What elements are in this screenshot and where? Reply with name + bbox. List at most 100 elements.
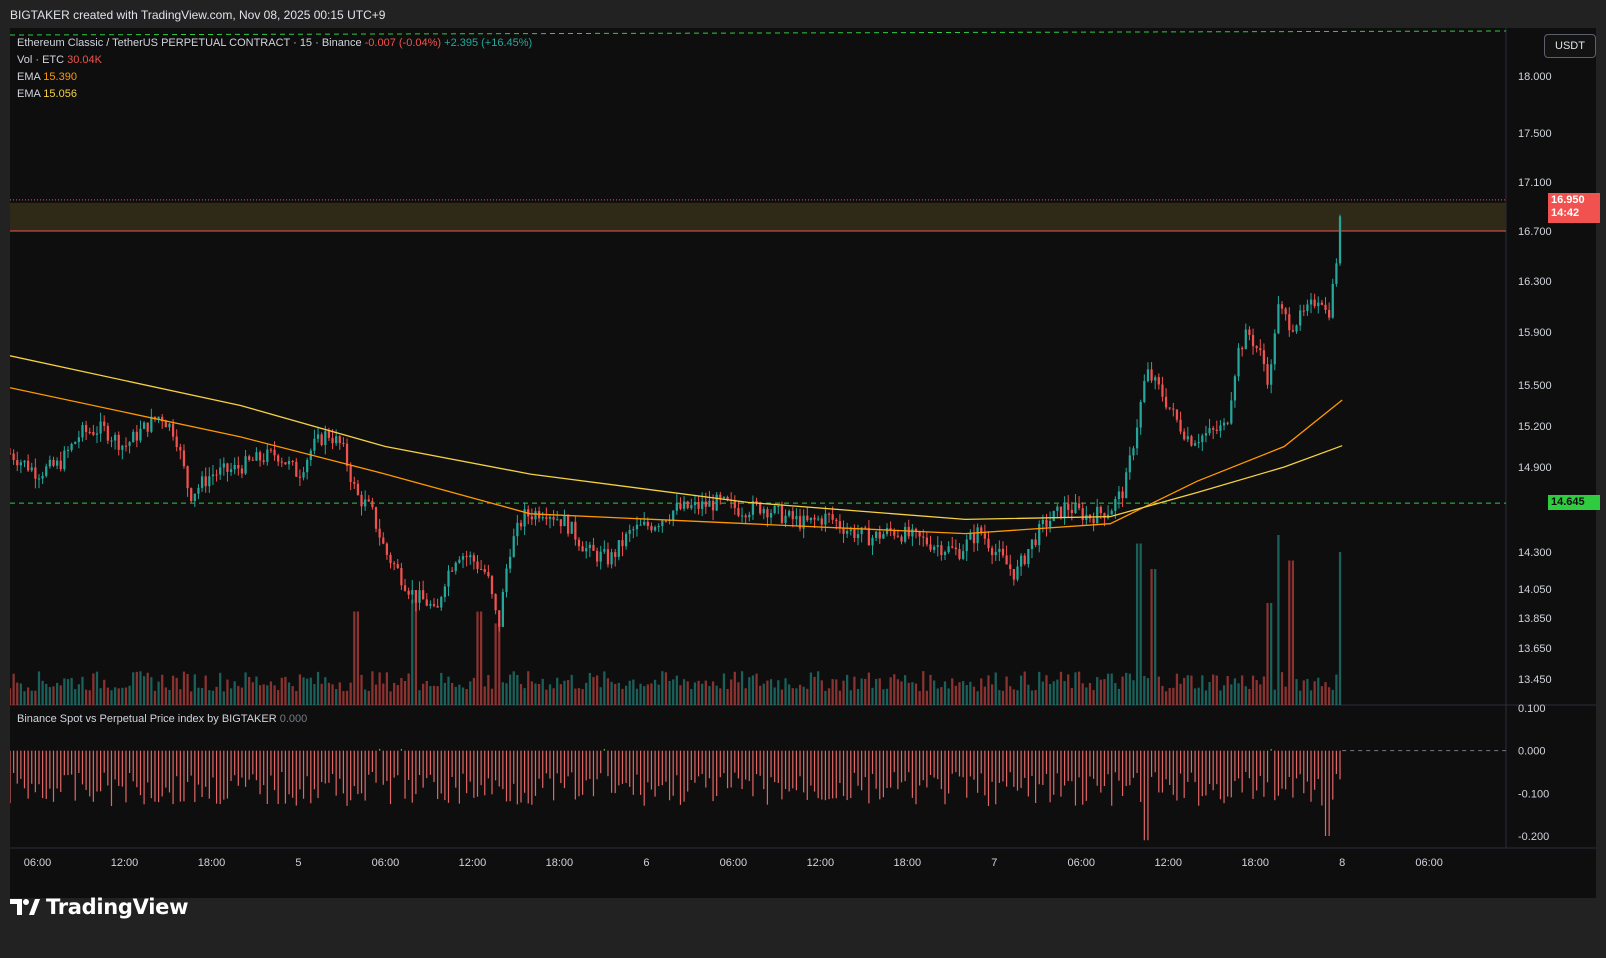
volume-bar [737,682,740,705]
symbol-row[interactable]: Ethereum Classic / TetherUS PERPETUAL CO… [17,35,532,52]
volume-bar [813,676,816,705]
tradingview-logo[interactable]: TradingView [10,893,188,921]
volume-bar [338,682,341,705]
volume-bar [922,671,925,705]
candle-body [1146,369,1150,382]
candle-body [255,452,258,461]
currency-unit-button[interactable]: USDT [1544,34,1596,58]
candle-body [711,500,715,511]
volume-bar [628,680,631,705]
volume-bar [226,679,229,705]
volume-bar [237,685,240,705]
candle-body [10,453,12,455]
price-tick-label: 16.700 [1518,226,1552,238]
candle-body [1009,564,1012,569]
volume-bar [139,671,142,705]
candle-body [331,437,334,444]
time-tick-label: 7 [991,857,997,869]
volume-bar [672,679,675,705]
candle-body [1219,425,1222,431]
time-tick-label: 06:00 [24,857,52,869]
candle-body [128,442,131,446]
candle-body [581,546,584,552]
volume-bar [287,682,291,705]
volume-bar [1005,676,1008,705]
candle-body [483,568,486,573]
volume-bar [389,691,392,705]
volume-bar [414,599,418,705]
candle-body [653,527,657,531]
candle-body [1324,304,1327,310]
ema1-row[interactable]: EMA 15.390 [17,69,532,86]
volume-bar [476,611,479,705]
candle-body [516,522,519,537]
candle-body [59,460,62,470]
candle-body [704,501,707,507]
volume-bar [1085,687,1088,705]
chart-frame[interactable]: 18.000 17.500 17.100 16.700 16.300 15.900 15.5… [10,28,1596,898]
volume-bar [1150,569,1153,705]
volume-bar [255,676,258,705]
candle-body [534,511,537,520]
volume-bar [570,674,573,705]
candle-body [925,537,929,545]
volume-bar [523,688,526,705]
time-tick-label: 18:00 [198,857,226,869]
volume-bar [458,684,461,705]
volume-bar [722,673,726,705]
resistance-zone [10,202,1506,231]
volume-bar [1320,686,1324,705]
volume-bar [867,672,871,705]
time-tick-label: 06:00 [720,857,748,869]
volume-bar [1027,684,1030,705]
chart-canvas[interactable]: 18.000 17.500 17.100 16.700 16.300 15.900 15.5… [10,28,1596,898]
volume-bar [469,681,472,705]
volume-row[interactable]: Vol · ETC 30.04K [17,52,532,69]
volume-bar [1204,690,1208,705]
candle-body [715,494,718,511]
volume-bar [1190,675,1193,705]
candle-body [1338,216,1342,264]
volume-bar [733,671,736,705]
time-tick-label: 06:00 [1415,857,1443,869]
volume-bar [900,681,903,705]
volume-bar [1291,560,1295,705]
volume-bar [1215,675,1218,705]
ema2-row[interactable]: EMA 15.056 [17,86,532,103]
volume-bar [461,687,465,705]
volume-bar [947,688,950,705]
volume-bar [1012,689,1015,705]
volume-bar [795,688,798,705]
volume-bar [1146,678,1150,705]
candle-body [1183,431,1186,440]
candle-body [820,518,823,525]
volume-bar [273,685,276,705]
volume-bar [936,688,939,705]
volume-bar [983,686,986,705]
volume-bar [773,687,776,705]
candle-body [1038,524,1041,546]
volume-bar [740,671,744,705]
volume-bar [345,690,349,705]
volume-bar [1099,679,1102,705]
candle-body [508,556,512,569]
volume-bar [693,682,697,705]
volume-bar [179,689,182,705]
indicator-legend[interactable]: Binance Spot vs Perpetual Price index by… [17,713,307,725]
volume-bar [650,683,653,705]
volume-bar [1226,675,1229,705]
candle-body [842,528,845,534]
volume-bar [1255,680,1258,705]
volume-bar [37,671,41,705]
volume-bar [1135,543,1139,705]
volume-bar [23,691,26,705]
volume-bar [690,689,693,705]
candle-body [661,520,664,527]
volume-bar [1270,603,1273,705]
candle-body [121,445,124,450]
volume-bar [643,686,646,705]
volume-bar [1273,689,1276,705]
candle-body [795,516,798,520]
candle-body [41,475,44,479]
candle-body [1215,429,1218,431]
